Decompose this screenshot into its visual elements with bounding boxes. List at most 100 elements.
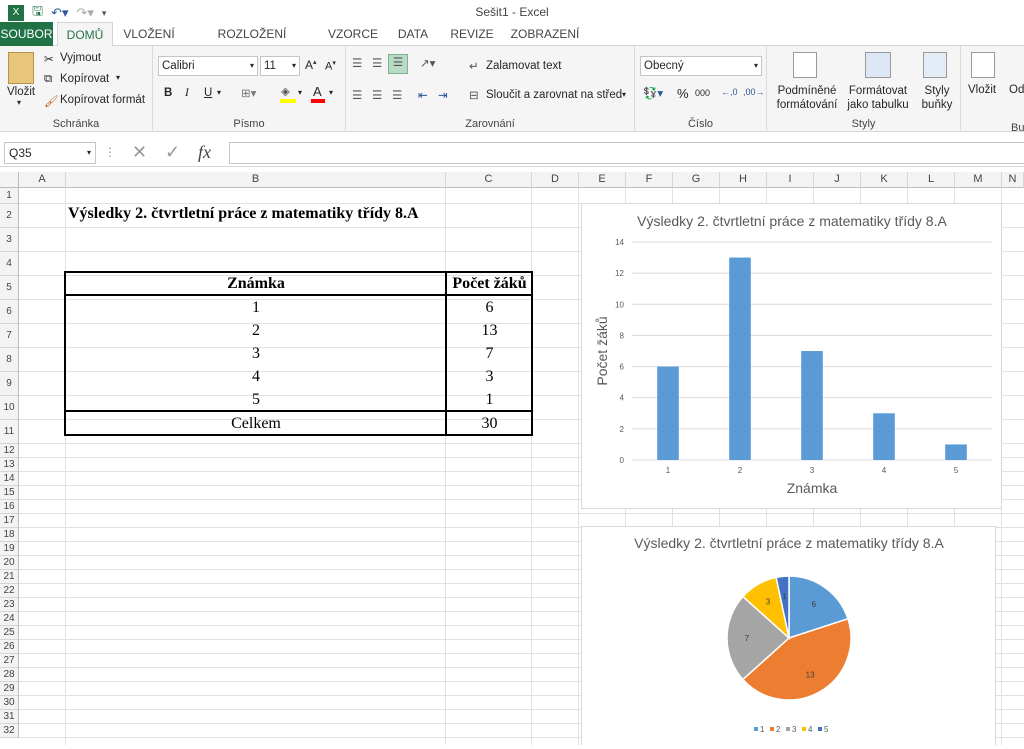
- underline-dropdown-icon[interactable]: ▾: [217, 88, 221, 97]
- count-cell[interactable]: 13: [447, 322, 532, 340]
- copy-icon[interactable]: ⧉: [44, 73, 52, 86]
- row-header-32[interactable]: 32: [0, 724, 19, 738]
- row-header-10[interactable]: 10: [0, 396, 19, 420]
- total-value[interactable]: 30: [447, 415, 532, 433]
- bar-chart[interactable]: Výsledky 2. čtvrtletní práce z matematik…: [581, 203, 1002, 509]
- row-header-5[interactable]: 5: [0, 276, 19, 300]
- row-header-6[interactable]: 6: [0, 300, 19, 324]
- paste-button[interactable]: Vložit: [7, 86, 35, 98]
- column-header-e[interactable]: E: [579, 172, 626, 188]
- shrink-font-icon[interactable]: A▾: [325, 59, 336, 73]
- column-header-i[interactable]: I: [767, 172, 814, 188]
- row-header-22[interactable]: 22: [0, 584, 19, 598]
- cell-styles-icon[interactable]: [923, 52, 947, 78]
- count-cell[interactable]: 3: [447, 368, 532, 386]
- wrap-text-icon[interactable]: ↵: [469, 59, 479, 73]
- enter-icon[interactable]: ✓: [165, 142, 180, 163]
- thousands-icon[interactable]: 000: [695, 88, 710, 98]
- row-header-12[interactable]: 12: [0, 444, 19, 458]
- column-header-n[interactable]: N: [1002, 172, 1024, 188]
- decrease-decimal-icon[interactable]: ,00→: [743, 87, 765, 97]
- copy-button[interactable]: Kopírovat: [60, 73, 109, 85]
- font-color-dropdown-icon[interactable]: ▾: [329, 88, 333, 97]
- align-right-icon[interactable]: ☰: [392, 88, 402, 102]
- fill-color-dropdown-icon[interactable]: ▾: [298, 88, 302, 97]
- column-header-k[interactable]: K: [861, 172, 908, 188]
- format-painter-icon[interactable]: 🖌: [44, 94, 59, 108]
- align-left-icon[interactable]: ☰: [352, 88, 362, 102]
- count-cell[interactable]: 1: [447, 391, 532, 409]
- row-header-25[interactable]: 25: [0, 626, 19, 640]
- column-header-g[interactable]: G: [673, 172, 720, 188]
- currency-icon[interactable]: 💱▾: [643, 86, 663, 100]
- font-color-icon[interactable]: A: [313, 84, 322, 99]
- row-header-14[interactable]: 14: [0, 472, 19, 486]
- column-header-f[interactable]: F: [626, 172, 673, 188]
- format-painter-button[interactable]: Kopírovat formát: [60, 94, 145, 106]
- cut-button[interactable]: Vyjmout: [60, 52, 101, 64]
- format-as-table-button[interactable]: Formátovat jako tabulku: [841, 84, 915, 112]
- row-header-18[interactable]: 18: [0, 528, 19, 542]
- conditional-formatting-button[interactable]: Podmíněné formátování: [773, 84, 841, 112]
- tab-soubor[interactable]: SOUBOR: [0, 22, 53, 46]
- total-label[interactable]: Celkem: [66, 415, 446, 433]
- row-header-27[interactable]: 27: [0, 654, 19, 668]
- number-format-select[interactable]: Obecný ▾: [640, 56, 762, 76]
- insert-function-button[interactable]: fx: [198, 142, 211, 163]
- column-header-c[interactable]: C: [446, 172, 532, 188]
- row-header-7[interactable]: 7: [0, 324, 19, 348]
- column-header-h[interactable]: H: [720, 172, 767, 188]
- fill-color-icon[interactable]: ◈: [281, 84, 290, 98]
- row-header-30[interactable]: 30: [0, 696, 19, 710]
- pie-chart[interactable]: Výsledky 2. čtvrtletní práce z matematik…: [581, 526, 996, 745]
- underline-button[interactable]: U: [204, 87, 212, 99]
- tab-domu[interactable]: DOMŮ: [57, 22, 113, 47]
- row-header-28[interactable]: 28: [0, 668, 19, 682]
- row-header-11[interactable]: 11: [0, 420, 19, 444]
- orientation-icon[interactable]: ↗▾: [420, 56, 435, 70]
- row-header-3[interactable]: 3: [0, 228, 19, 252]
- decrease-indent-icon[interactable]: ⇤: [418, 88, 428, 102]
- tab-revize[interactable]: REVIZE: [444, 22, 500, 46]
- row-header-15[interactable]: 15: [0, 486, 19, 500]
- select-all-button[interactable]: [0, 172, 19, 188]
- count-cell[interactable]: 6: [447, 299, 532, 317]
- align-top-icon[interactable]: ☰: [352, 56, 362, 70]
- delete-cells-button[interactable]: Odst: [1009, 84, 1024, 96]
- row-header-8[interactable]: 8: [0, 348, 19, 372]
- header-znamka[interactable]: Známka: [66, 275, 446, 293]
- borders-icon[interactable]: ⊞▾: [241, 86, 256, 100]
- tab-rozlozeni-stranky[interactable]: ROZLOŽENÍ STRÁNKY: [188, 22, 316, 65]
- paste-dropdown-icon[interactable]: ▾: [17, 98, 21, 107]
- grow-font-icon[interactable]: A▴: [305, 58, 317, 72]
- cell-styles-button[interactable]: Styly buňky: [915, 84, 959, 112]
- row-header-4[interactable]: 4: [0, 252, 19, 276]
- align-middle-icon[interactable]: ☰: [372, 56, 382, 70]
- row-header-26[interactable]: 26: [0, 640, 19, 654]
- cut-icon[interactable]: ✂: [44, 52, 54, 66]
- tab-zobrazeni[interactable]: ZOBRAZENÍ: [508, 22, 582, 46]
- row-header-17[interactable]: 17: [0, 514, 19, 528]
- row-header-21[interactable]: 21: [0, 570, 19, 584]
- row-header-24[interactable]: 24: [0, 612, 19, 626]
- italic-button[interactable]: I: [185, 87, 189, 99]
- grade-cell[interactable]: 5: [66, 391, 446, 409]
- font-name-select[interactable]: Calibri ▾: [158, 56, 258, 76]
- row-header-29[interactable]: 29: [0, 682, 19, 696]
- paste-icon[interactable]: [8, 52, 34, 84]
- column-header-j[interactable]: J: [814, 172, 861, 188]
- column-header-b[interactable]: B: [66, 172, 446, 188]
- column-header-l[interactable]: L: [908, 172, 955, 188]
- row-header-2[interactable]: 2: [0, 204, 19, 228]
- format-as-table-icon[interactable]: [865, 52, 891, 78]
- align-center-icon[interactable]: ☰: [372, 88, 382, 102]
- column-header-a[interactable]: A: [19, 172, 66, 188]
- row-header-1[interactable]: 1: [0, 188, 19, 204]
- font-size-select[interactable]: 11 ▾: [260, 56, 300, 76]
- conditional-formatting-icon[interactable]: [793, 52, 817, 78]
- bold-button[interactable]: B: [164, 87, 172, 99]
- column-header-d[interactable]: D: [532, 172, 579, 188]
- increase-indent-icon[interactable]: ⇥: [438, 88, 448, 102]
- grade-cell[interactable]: 3: [66, 345, 446, 363]
- merge-center-icon[interactable]: ⊟: [469, 88, 479, 102]
